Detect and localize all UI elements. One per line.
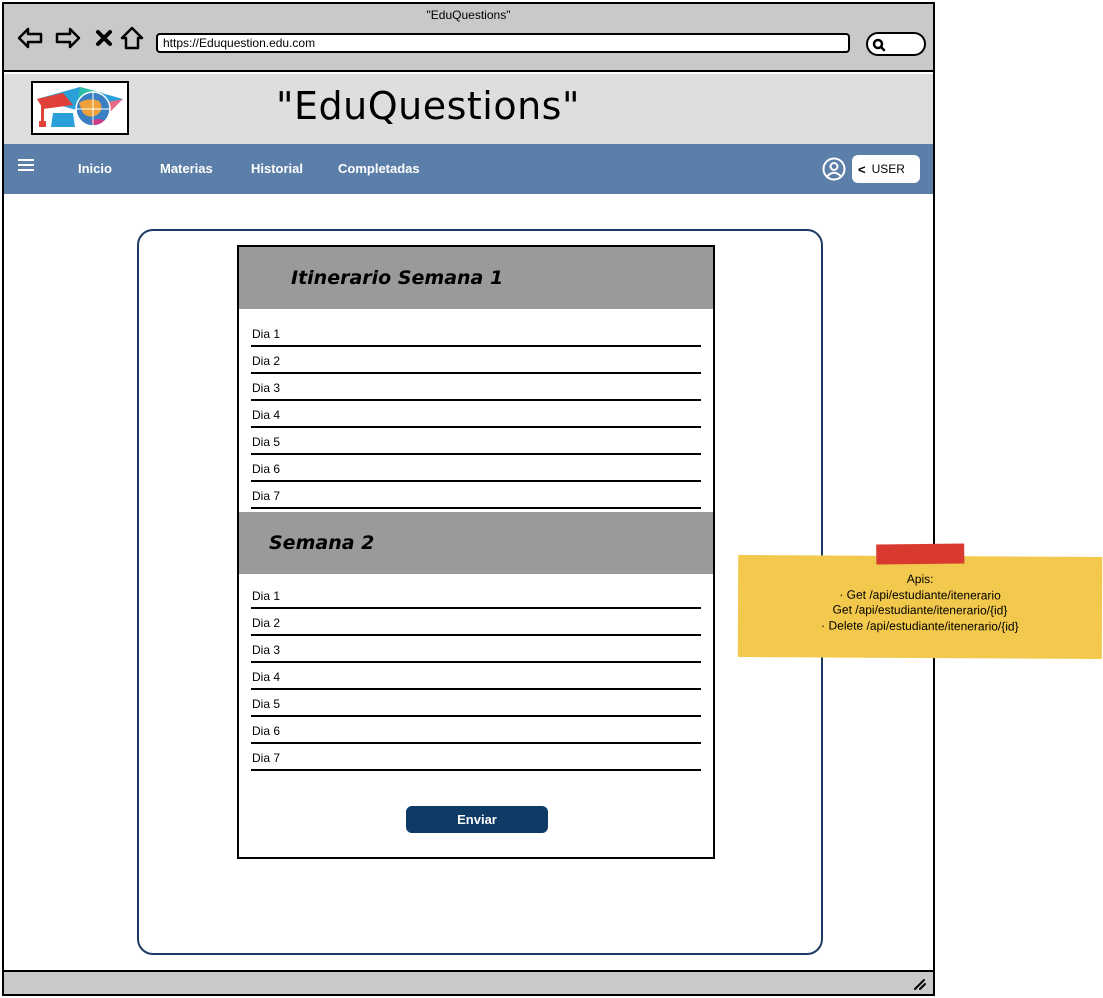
status-bar	[4, 970, 933, 994]
week-2-header: Semana 2	[239, 512, 713, 574]
itinerary-card: Itinerario Semana 1 Dia 1 Dia 2 Dia 3 Di…	[237, 245, 715, 859]
send-button[interactable]: Enviar	[406, 806, 548, 833]
nav-link-historial[interactable]: Historial	[251, 161, 303, 176]
api-sticky-note: Apis: · Get /api/estudiante/itenerario G…	[737, 543, 1103, 659]
user-menu-button[interactable]: < USER	[852, 155, 920, 183]
search-button[interactable]	[866, 32, 926, 56]
week-1-header: Itinerario Semana 1	[239, 247, 713, 309]
browser-window: "EduQuestions" https://Eduquestion.edu.c…	[2, 2, 935, 996]
day-row[interactable]: Dia 3	[251, 374, 701, 401]
resize-grip-icon[interactable]	[913, 978, 927, 990]
day-row[interactable]: Dia 6	[251, 717, 701, 744]
url-bar[interactable]: https://Eduquestion.edu.com	[156, 33, 850, 53]
nav-link-materias[interactable]: Materias	[160, 161, 213, 176]
day-row[interactable]: Dia 7	[251, 482, 701, 509]
day-row[interactable]: Dia 5	[251, 428, 701, 455]
forward-arrow-icon	[55, 27, 81, 49]
user-avatar-icon[interactable]	[822, 157, 846, 181]
nav-link-completadas[interactable]: Completadas	[338, 161, 420, 176]
hamburger-menu-icon[interactable]	[18, 159, 34, 173]
day-row[interactable]: Dia 6	[251, 455, 701, 482]
stop-button[interactable]	[90, 24, 118, 52]
navbar: Inicio Materias Historial Completadas < …	[4, 144, 933, 194]
forward-button[interactable]	[54, 24, 82, 52]
day-row[interactable]: Dia 2	[251, 347, 701, 374]
day-row[interactable]: Dia 7	[251, 744, 701, 771]
day-row[interactable]: Dia 4	[251, 663, 701, 690]
sticky-tape	[876, 543, 965, 565]
day-row[interactable]: Dia 2	[251, 609, 701, 636]
site-header: "EduQuestions"	[4, 74, 933, 144]
site-title: "EduQuestions"	[276, 84, 580, 128]
week-1-day-list: Dia 1 Dia 2 Dia 3 Dia 4 Dia 5 Dia 6 Dia …	[251, 320, 701, 509]
window-title: "EduQuestions"	[426, 8, 511, 22]
day-row[interactable]: Dia 5	[251, 690, 701, 717]
logo[interactable]	[31, 81, 129, 135]
browser-toolbar: "EduQuestions" https://Eduquestion.edu.c…	[4, 4, 933, 72]
note-title: Apis:	[906, 571, 934, 587]
week-2-title: Semana 2	[269, 532, 375, 554]
day-row[interactable]: Dia 3	[251, 636, 701, 663]
week-1-title: Itinerario Semana 1	[291, 267, 504, 289]
home-icon	[120, 26, 144, 50]
search-icon	[872, 38, 886, 52]
note-api-line: · Delete /api/estudiante/itenerario/{id}	[821, 617, 1019, 634]
day-row[interactable]: Dia 1	[251, 320, 701, 347]
note-api-line: · Get /api/estudiante/itenerario	[839, 587, 1001, 602]
user-label: USER	[871, 162, 905, 176]
day-row[interactable]: Dia 4	[251, 401, 701, 428]
day-row[interactable]: Dia 1	[251, 582, 701, 609]
note-api-line: Get /api/estudiante/itenerario/{id}	[832, 602, 1008, 618]
week-2-day-list: Dia 1 Dia 2 Dia 3 Dia 4 Dia 5 Dia 6 Dia …	[251, 582, 701, 771]
close-icon	[96, 30, 112, 46]
back-button[interactable]	[16, 24, 44, 52]
home-button[interactable]	[118, 24, 146, 52]
chevron-left-icon: <	[858, 161, 866, 177]
back-arrow-icon	[17, 27, 43, 49]
nav-link-inicio[interactable]: Inicio	[78, 161, 112, 176]
graduation-globe-logo-icon	[37, 87, 123, 127]
